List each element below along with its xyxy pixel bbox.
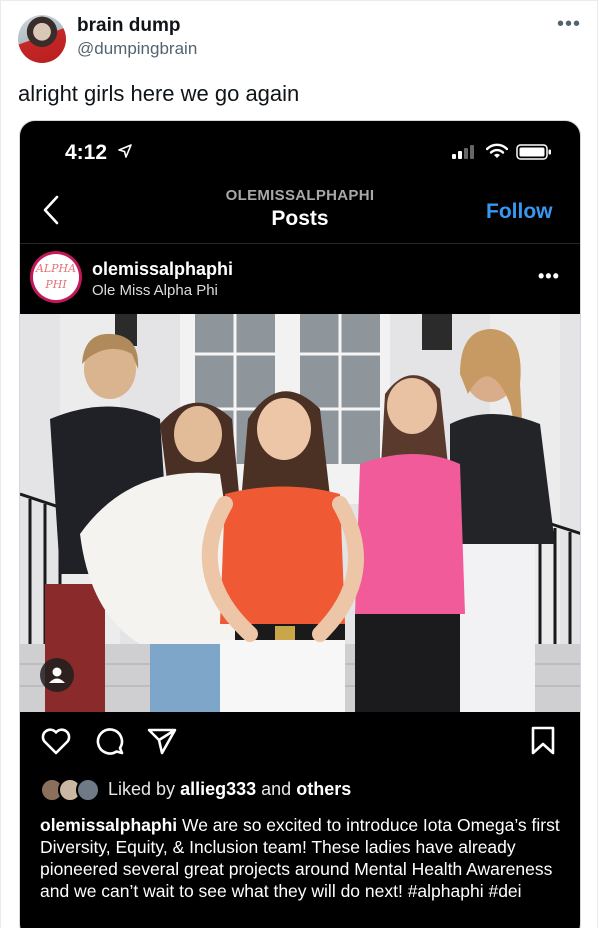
avatar-logo-bottom: PHI: [45, 278, 67, 291]
user-tag-icon[interactable]: [40, 658, 74, 692]
likes-mid: and: [261, 779, 292, 799]
nav-divider: [20, 243, 580, 244]
battery-icon: [516, 144, 551, 160]
post-action-bar: [20, 712, 580, 772]
caption-username[interactable]: olemissalphaphi: [40, 815, 177, 835]
bookmark-icon[interactable]: [530, 726, 556, 756]
post-username[interactable]: olemissalphaphi: [92, 259, 233, 280]
status-time: 4:12: [65, 141, 108, 164]
post-author-avatar[interactable]: ALPHA PHI: [30, 251, 82, 303]
author-display-name[interactable]: brain dump: [77, 15, 180, 37]
location-arrow-icon: [118, 144, 132, 158]
author-handle[interactable]: @dumpingbrain: [77, 39, 197, 59]
heart-icon[interactable]: [40, 726, 72, 756]
share-icon[interactable]: [146, 726, 178, 756]
post-full-name: Ole Miss Alpha Phi: [92, 282, 218, 299]
likes-text: Liked by allieg333 and others: [108, 779, 351, 800]
liker-avatar: [76, 778, 100, 802]
likes-prefix: Liked by: [108, 779, 176, 799]
tweet-text: alright girls here we go again: [18, 81, 300, 106]
tweet-card[interactable]: brain dump @dumpingbrain ••• alright gir…: [0, 0, 598, 928]
post-photo[interactable]: [20, 314, 580, 712]
group-photo-illustration: [20, 314, 580, 712]
follow-button[interactable]: Follow: [486, 200, 553, 224]
comment-icon[interactable]: [94, 726, 126, 756]
likes-user[interactable]: allieg333: [180, 779, 256, 799]
post-more-icon[interactable]: •••: [538, 266, 560, 287]
likes-row[interactable]: Liked by allieg333 and others: [40, 776, 570, 804]
cell-signal-icon: [452, 145, 474, 159]
tweet-more-icon[interactable]: •••: [557, 13, 581, 36]
post-caption: olemissalphaphi We are so excited to int…: [40, 814, 560, 902]
tweet-media-screenshot[interactable]: 4:12 OLEMISSALPHAPHI Posts Follow ALPHA …: [19, 120, 581, 928]
likes-others[interactable]: others: [296, 779, 351, 799]
avatar-logo-top: ALPHA: [35, 262, 77, 275]
wifi-icon: [486, 143, 508, 158]
author-avatar[interactable]: [18, 15, 66, 63]
